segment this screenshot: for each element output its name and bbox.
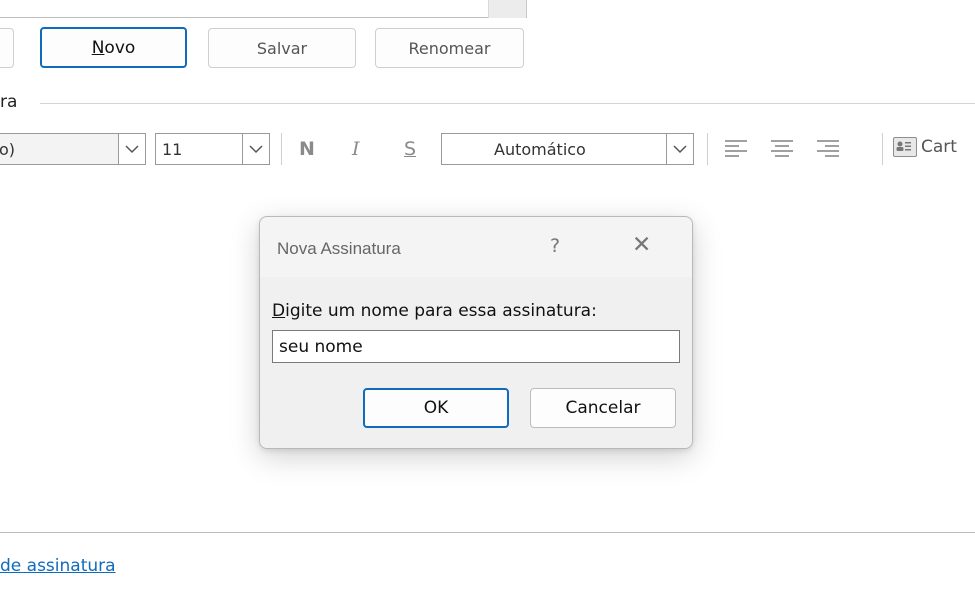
- new-button-label: ovo: [104, 37, 136, 58]
- business-card-button[interactable]: Cart: [893, 137, 957, 157]
- font-size-select[interactable]: 11: [155, 133, 270, 165]
- bottom-divider: [0, 532, 975, 533]
- italic-button[interactable]: I: [352, 138, 360, 160]
- font-color-value: Automático: [494, 140, 586, 159]
- font-select-value: o): [0, 140, 16, 159]
- font-select[interactable]: o): [0, 133, 146, 165]
- align-center-icon[interactable]: [771, 140, 793, 158]
- business-card-icon: [893, 137, 917, 157]
- close-icon[interactable]: ✕: [632, 232, 651, 258]
- ok-button[interactable]: OK: [363, 388, 509, 428]
- toolbar-separator: [882, 133, 883, 165]
- save-button[interactable]: Salvar: [208, 28, 356, 68]
- business-card-label: Cart: [921, 137, 957, 157]
- align-right-icon[interactable]: [817, 140, 839, 158]
- chevron-down-icon[interactable]: [666, 134, 693, 164]
- help-icon[interactable]: ?: [550, 235, 560, 257]
- toolbar-separator: [281, 133, 282, 165]
- chevron-down-icon[interactable]: [242, 134, 269, 164]
- signature-templates-link[interactable]: de assinatura: [0, 556, 116, 576]
- chevron-down-icon[interactable]: [118, 134, 145, 164]
- rename-button-label: Renomear: [408, 38, 491, 58]
- font-size-value: 11: [162, 140, 183, 159]
- cancel-button-label: Cancelar: [565, 398, 641, 418]
- cancel-button[interactable]: Cancelar: [530, 388, 676, 428]
- prompt-mnemonic: D: [272, 301, 286, 321]
- align-left-icon[interactable]: [725, 140, 747, 158]
- new-signature-dialog: Nova Assinatura ? ✕ Digite um nome para …: [259, 216, 693, 449]
- signature-name-input[interactable]: [272, 330, 680, 363]
- toolbar-separator: [707, 133, 708, 165]
- save-button-label: Salvar: [256, 38, 308, 58]
- dialog-title: Nova Assinatura: [277, 239, 401, 258]
- new-button-mnemonic: N: [91, 37, 105, 58]
- font-color-select[interactable]: Automático: [441, 133, 694, 165]
- bold-button[interactable]: N: [299, 138, 315, 160]
- signature-name-label: Digite um nome para essa assinatura:: [272, 301, 597, 321]
- delete-button[interactable]: [0, 28, 14, 68]
- prompt-text: igite um nome para essa assinatura:: [285, 301, 597, 321]
- section-label: ra: [0, 92, 18, 112]
- signature-list[interactable]: [0, 0, 527, 18]
- new-button[interactable]: Novo: [40, 27, 187, 68]
- underline-button[interactable]: S: [404, 138, 416, 160]
- ok-button-label: OK: [423, 398, 449, 418]
- list-scrollbar[interactable]: [488, 0, 526, 18]
- section-divider: [40, 103, 975, 104]
- rename-button[interactable]: Renomear: [375, 28, 524, 68]
